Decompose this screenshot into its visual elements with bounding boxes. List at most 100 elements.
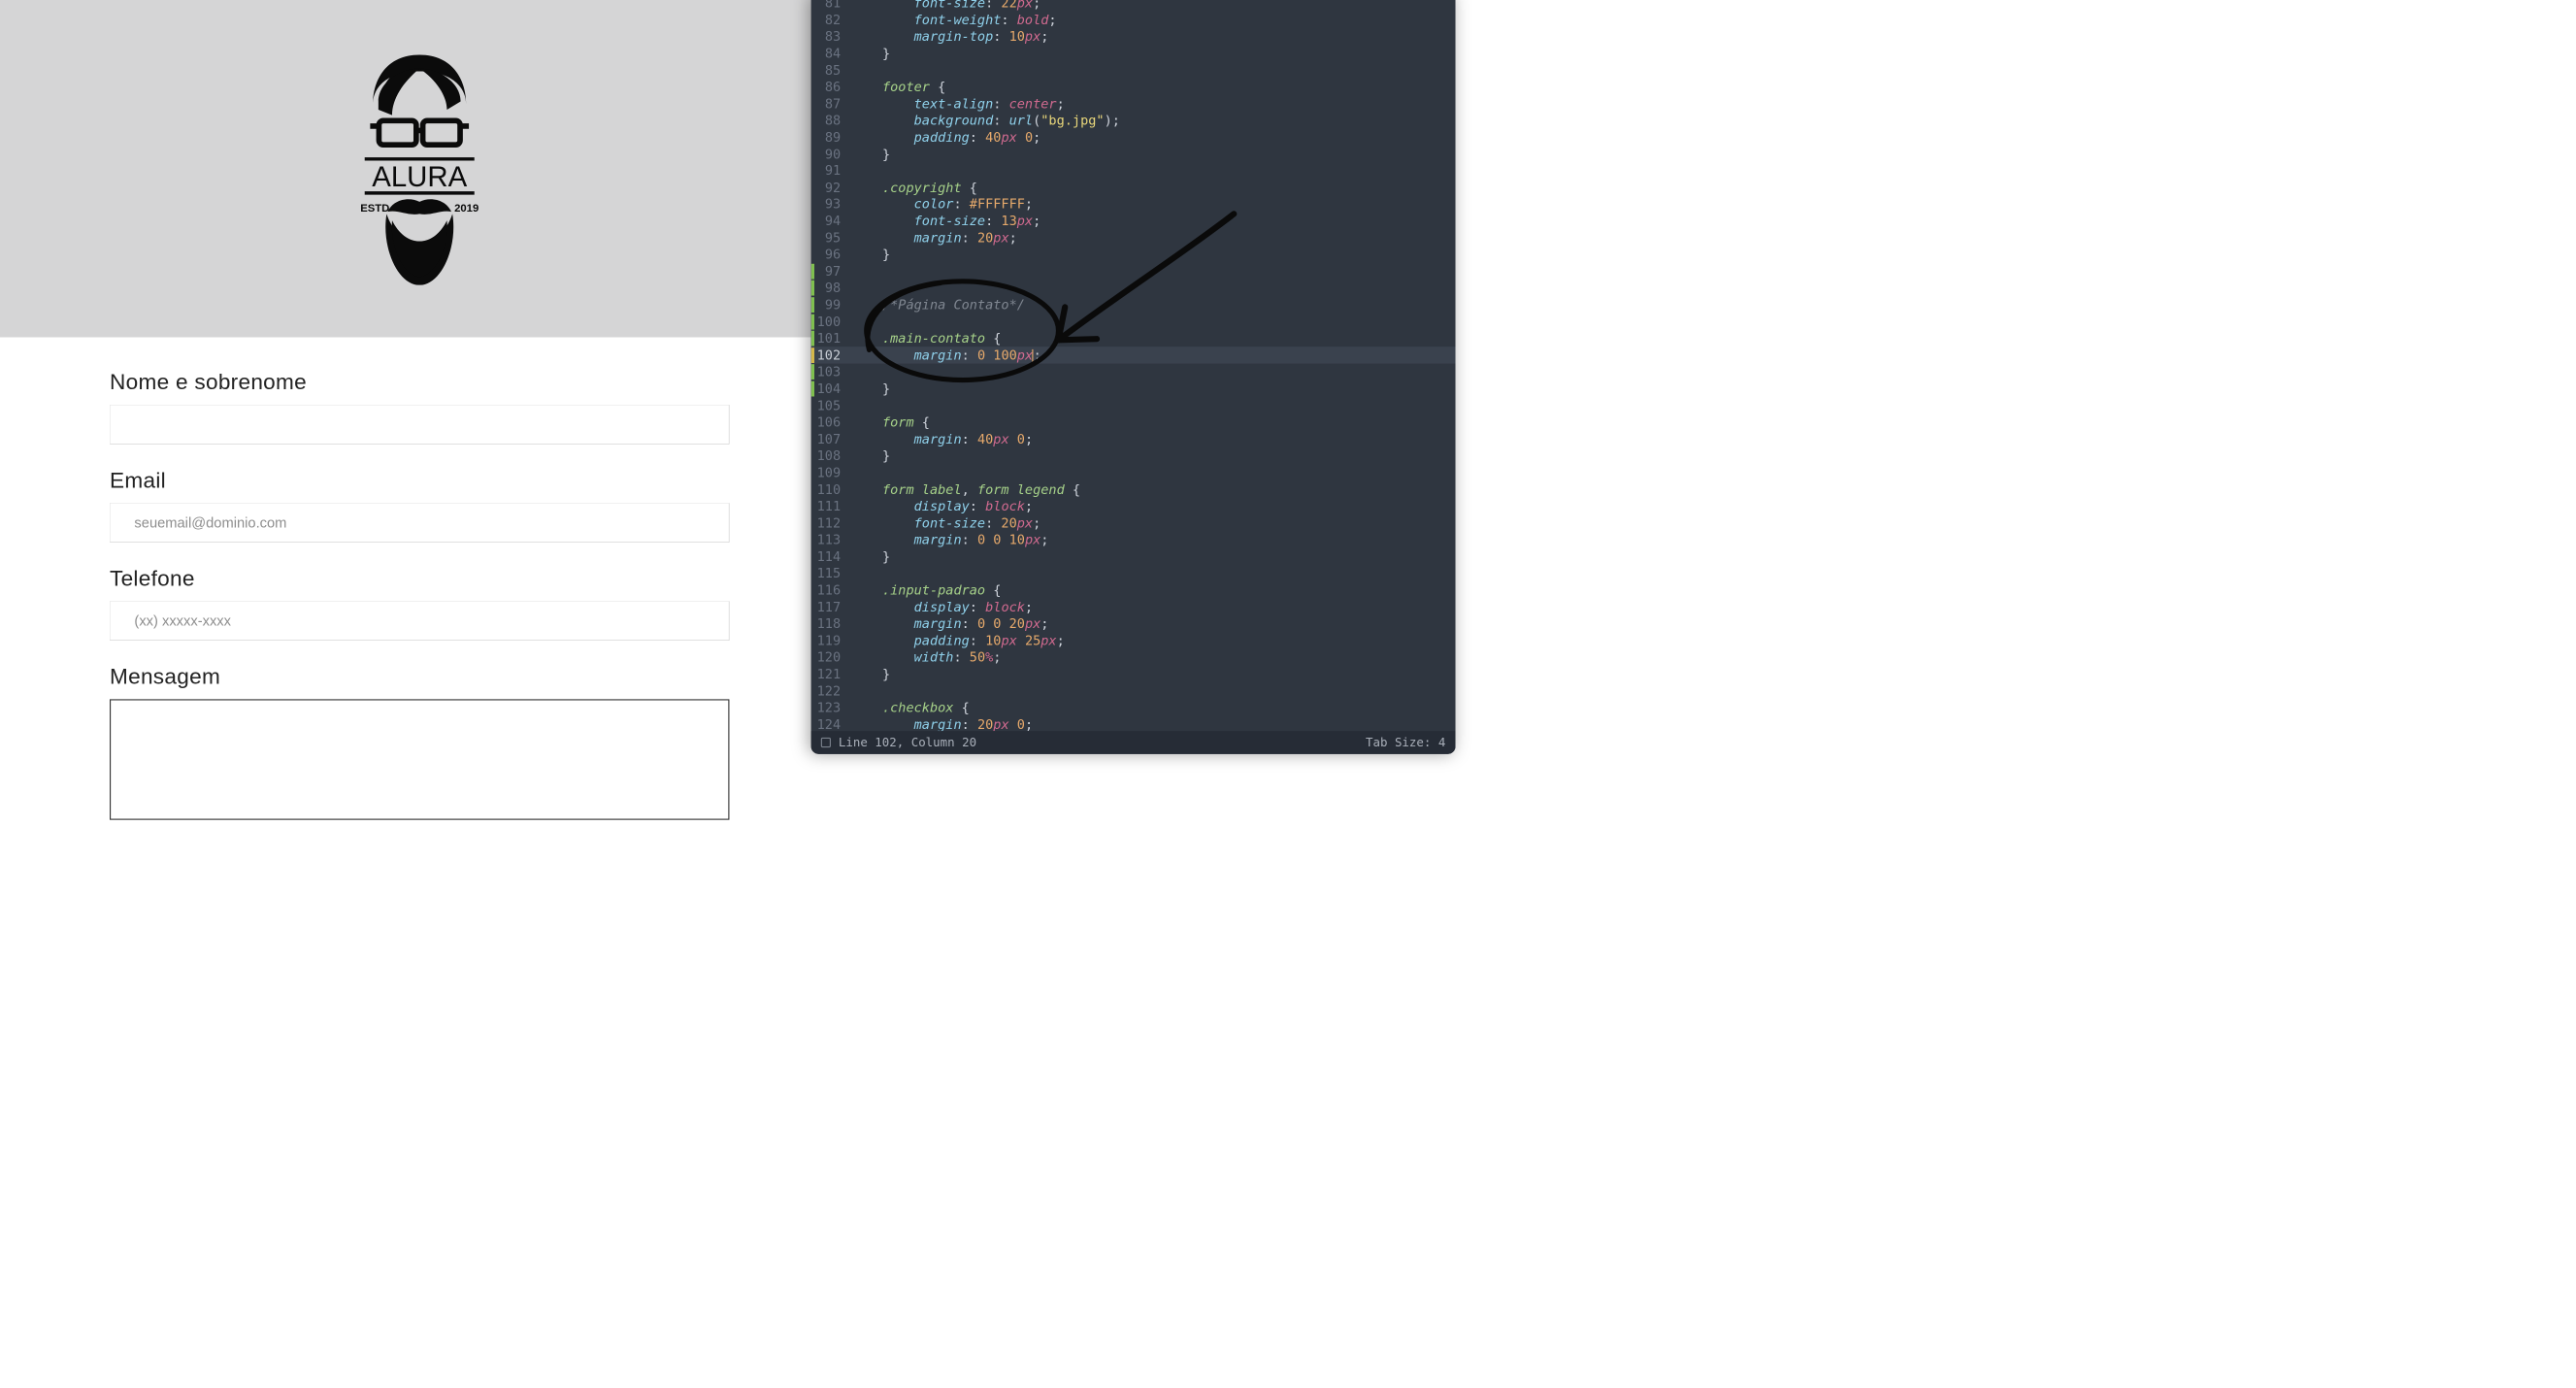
code-line[interactable]: 108 } xyxy=(811,447,1456,464)
code-text[interactable]: } xyxy=(850,549,890,565)
code-line[interactable]: 100 xyxy=(811,314,1456,330)
code-text[interactable]: } xyxy=(850,247,890,262)
code-line[interactable]: 124 margin: 20px 0; xyxy=(811,716,1456,732)
code-line[interactable]: 91 xyxy=(811,162,1456,179)
code-editor[interactable]: 81 font-size: 22px;82 font-weight: bold;… xyxy=(811,0,1456,754)
code-line[interactable]: 106 form { xyxy=(811,413,1456,430)
code-text[interactable]: } xyxy=(850,448,890,464)
tab-size-indicator[interactable]: Tab Size: 4 xyxy=(1366,736,1445,749)
code-line[interactable]: 83 margin-top: 10px; xyxy=(811,28,1456,45)
message-textarea[interactable] xyxy=(110,699,729,819)
code-text[interactable]: width: 50%; xyxy=(850,649,1001,665)
code-line[interactable]: 98 xyxy=(811,280,1456,296)
code-text[interactable]: margin: 20px; xyxy=(850,230,1016,246)
code-text[interactable]: .copyright { xyxy=(850,180,977,195)
line-number: 111 xyxy=(811,499,851,514)
phone-input[interactable] xyxy=(110,601,729,641)
code-line[interactable]: 118 margin: 0 0 20px; xyxy=(811,615,1456,632)
cursor-position: Line 102, Column 20 xyxy=(839,736,976,749)
code-line[interactable]: 97 xyxy=(811,263,1456,280)
code-line[interactable]: 92 .copyright { xyxy=(811,179,1456,195)
line-number: 109 xyxy=(811,465,851,480)
phone-label: Telefone xyxy=(110,567,729,591)
code-text[interactable]: margin-top: 10px; xyxy=(850,29,1048,45)
code-line[interactable]: 89 padding: 40px 0; xyxy=(811,129,1456,146)
code-text[interactable]: font-size: 22px; xyxy=(850,0,1040,11)
code-line[interactable]: 99 /*Página Contato*/ xyxy=(811,296,1456,313)
code-text[interactable]: } xyxy=(850,381,890,397)
code-text[interactable]: .main-contato { xyxy=(850,331,1001,347)
code-text[interactable]: padding: 40px 0; xyxy=(850,129,1040,145)
code-line[interactable]: 85 xyxy=(811,61,1456,78)
code-text[interactable]: padding: 10px 25px; xyxy=(850,633,1064,648)
code-text[interactable]: margin: 20px 0; xyxy=(850,716,1033,731)
code-line[interactable]: 82 font-weight: bold; xyxy=(811,12,1456,28)
code-line[interactable]: 84 } xyxy=(811,45,1456,61)
name-label: Nome e sobrenome xyxy=(110,370,729,394)
code-line[interactable]: 93 color: #FFFFFF; xyxy=(811,196,1456,213)
code-area[interactable]: 81 font-size: 22px;82 font-weight: bold;… xyxy=(811,0,1456,731)
code-text[interactable]: color: #FFFFFF; xyxy=(850,197,1033,213)
code-line[interactable]: 103 xyxy=(811,364,1456,380)
code-text[interactable]: margin: 0 0 20px; xyxy=(850,616,1048,632)
code-line[interactable]: 88 background: url("bg.jpg"); xyxy=(811,112,1456,128)
code-line[interactable]: 123 .checkbox { xyxy=(811,699,1456,715)
code-text[interactable]: display: block; xyxy=(850,599,1033,614)
logo-brand-text: ALURA xyxy=(372,161,467,193)
code-text[interactable]: font-size: 20px; xyxy=(850,515,1040,531)
code-line[interactable]: 90 } xyxy=(811,146,1456,162)
code-text[interactable]: margin: 0 100px; xyxy=(850,347,1041,363)
code-line[interactable]: 109 xyxy=(811,464,1456,480)
code-line[interactable]: 112 font-size: 20px; xyxy=(811,514,1456,531)
line-number: 115 xyxy=(811,566,851,581)
code-line[interactable]: 102 margin: 0 100px; xyxy=(811,347,1456,363)
code-text[interactable]: /*Página Contato*/ xyxy=(850,297,1025,313)
code-text[interactable]: text-align: center; xyxy=(850,96,1064,112)
code-line[interactable]: 101 .main-contato { xyxy=(811,330,1456,347)
email-input[interactable] xyxy=(110,503,729,543)
code-text[interactable]: margin: 0 0 10px; xyxy=(850,532,1048,547)
code-text[interactable]: form { xyxy=(850,414,930,430)
code-line[interactable]: 86 footer { xyxy=(811,79,1456,95)
name-input[interactable] xyxy=(110,405,729,445)
logo-estd-text: ESTD xyxy=(360,203,389,215)
code-line[interactable]: 107 margin: 40px 0; xyxy=(811,431,1456,447)
diff-mark-icon xyxy=(811,381,814,397)
code-text[interactable]: footer { xyxy=(850,80,945,95)
status-checkbox-icon[interactable] xyxy=(821,738,831,747)
code-text[interactable]: } xyxy=(850,46,890,61)
code-line[interactable]: 81 font-size: 22px; xyxy=(811,0,1456,12)
code-text[interactable]: } xyxy=(850,667,890,682)
code-text[interactable]: display: block; xyxy=(850,499,1033,514)
code-line[interactable]: 105 xyxy=(811,397,1456,413)
code-line[interactable]: 113 margin: 0 0 10px; xyxy=(811,531,1456,547)
code-line[interactable]: 104 } xyxy=(811,380,1456,397)
code-line[interactable]: 114 } xyxy=(811,548,1456,565)
code-line[interactable]: 115 xyxy=(811,565,1456,581)
code-line[interactable]: 111 display: block; xyxy=(811,498,1456,514)
code-text[interactable]: } xyxy=(850,147,890,162)
code-text[interactable]: font-weight: bold; xyxy=(850,12,1056,27)
code-text[interactable]: .checkbox { xyxy=(850,700,969,715)
code-line[interactable]: 116 .input-padrao { xyxy=(811,581,1456,598)
diff-mark-icon xyxy=(811,364,814,380)
code-line[interactable]: 87 text-align: center; xyxy=(811,95,1456,112)
code-text[interactable]: font-size: 13px; xyxy=(850,214,1040,229)
code-line[interactable]: 117 display: block; xyxy=(811,599,1456,615)
code-text[interactable]: background: url("bg.jpg"); xyxy=(850,113,1120,128)
code-text[interactable]: margin: 40px 0; xyxy=(850,432,1033,447)
code-line[interactable]: 120 width: 50%; xyxy=(811,648,1456,665)
message-label: Mensagem xyxy=(110,665,729,689)
code-line[interactable]: 96 } xyxy=(811,247,1456,263)
line-number: 112 xyxy=(811,515,851,531)
email-label: Email xyxy=(110,469,729,493)
code-line[interactable]: 121 } xyxy=(811,666,1456,682)
code-text[interactable]: .input-padrao { xyxy=(850,582,1001,598)
code-line[interactable]: 119 padding: 10px 25px; xyxy=(811,632,1456,648)
code-text[interactable]: form label, form legend { xyxy=(850,481,1080,497)
code-line[interactable]: 94 font-size: 13px; xyxy=(811,213,1456,229)
diff-mark-icon xyxy=(811,314,814,330)
code-line[interactable]: 110 form label, form legend { xyxy=(811,481,1456,498)
code-line[interactable]: 95 margin: 20px; xyxy=(811,229,1456,246)
code-line[interactable]: 122 xyxy=(811,682,1456,699)
